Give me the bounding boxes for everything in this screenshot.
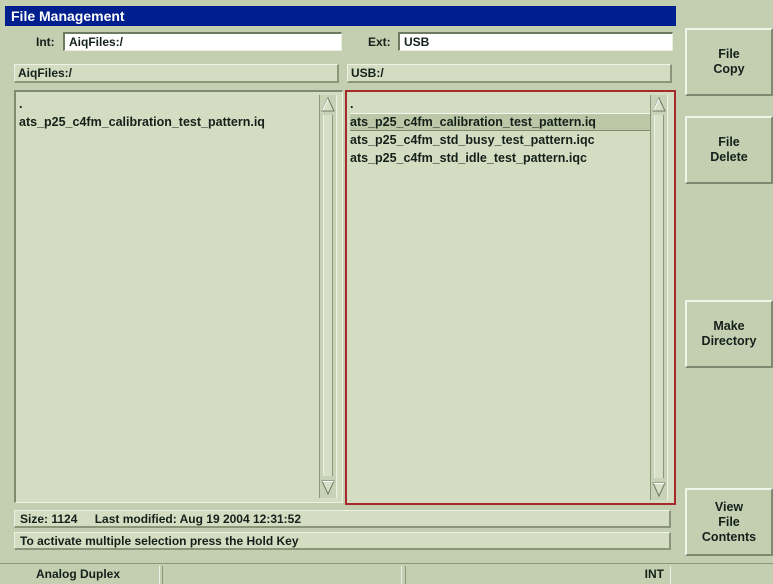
- left-scrollbar[interactable]: [319, 95, 337, 498]
- source-indicator: INT: [405, 566, 671, 584]
- file-size-text: Size: 1124: [20, 512, 78, 526]
- scroll-up-arrow-icon[interactable]: [651, 96, 667, 114]
- ext-device-field[interactable]: USB: [398, 32, 673, 51]
- right-file-list[interactable]: . ats_p25_c4fm_calibration_test_pattern.…: [345, 90, 676, 505]
- right-path-bar: USB:/: [347, 64, 672, 83]
- int-label: Int:: [36, 35, 55, 49]
- list-item[interactable]: ats_p25_c4fm_std_busy_test_pattern.iqc: [350, 131, 650, 149]
- window-title: File Management: [5, 6, 676, 26]
- hint-text: To activate multiple selection press the…: [20, 534, 299, 548]
- left-file-list[interactable]: . ats_p25_c4fm_calibration_test_pattern.…: [14, 90, 343, 503]
- softkey-column: File Copy File Delete Make Directory Vie…: [679, 0, 773, 584]
- scroll-down-arrow-icon[interactable]: [320, 478, 336, 496]
- list-item[interactable]: ats_p25_c4fm_std_idle_test_pattern.iqc: [350, 149, 650, 167]
- right-scroll-track[interactable]: [654, 115, 664, 478]
- int-path-field[interactable]: AiqFiles:/: [63, 32, 342, 51]
- list-item[interactable]: .: [350, 95, 650, 113]
- scroll-up-arrow-icon[interactable]: [320, 96, 336, 114]
- make-directory-button[interactable]: Make Directory: [685, 300, 773, 368]
- mode-indicator: Analog Duplex: [14, 566, 160, 584]
- file-delete-button[interactable]: File Delete: [685, 116, 773, 184]
- list-item-selected[interactable]: ats_p25_c4fm_calibration_test_pattern.iq: [350, 113, 650, 131]
- ext-label: Ext:: [368, 35, 391, 49]
- scroll-down-arrow-icon[interactable]: [651, 480, 667, 498]
- list-item[interactable]: ats_p25_c4fm_calibration_test_pattern.iq: [19, 113, 319, 131]
- left-file-rows: . ats_p25_c4fm_calibration_test_pattern.…: [19, 95, 319, 131]
- status-cell-empty: [162, 566, 402, 584]
- file-info-bar: Size: 1124 Last modified: Aug 19 2004 12…: [14, 510, 671, 528]
- left-scroll-track[interactable]: [323, 115, 333, 476]
- view-file-contents-button[interactable]: View File Contents: [685, 488, 773, 556]
- last-modified-text: Last modified: Aug 19 2004 12:31:52: [94, 512, 302, 526]
- left-path-bar: AiqFiles:/: [14, 64, 339, 83]
- list-item[interactable]: .: [19, 95, 319, 113]
- file-copy-button[interactable]: File Copy: [685, 28, 773, 96]
- hint-bar: To activate multiple selection press the…: [14, 532, 671, 550]
- bottom-status-bar: Analog Duplex INT: [0, 563, 773, 584]
- right-scrollbar[interactable]: [650, 95, 668, 500]
- right-file-rows: . ats_p25_c4fm_calibration_test_pattern.…: [350, 95, 650, 167]
